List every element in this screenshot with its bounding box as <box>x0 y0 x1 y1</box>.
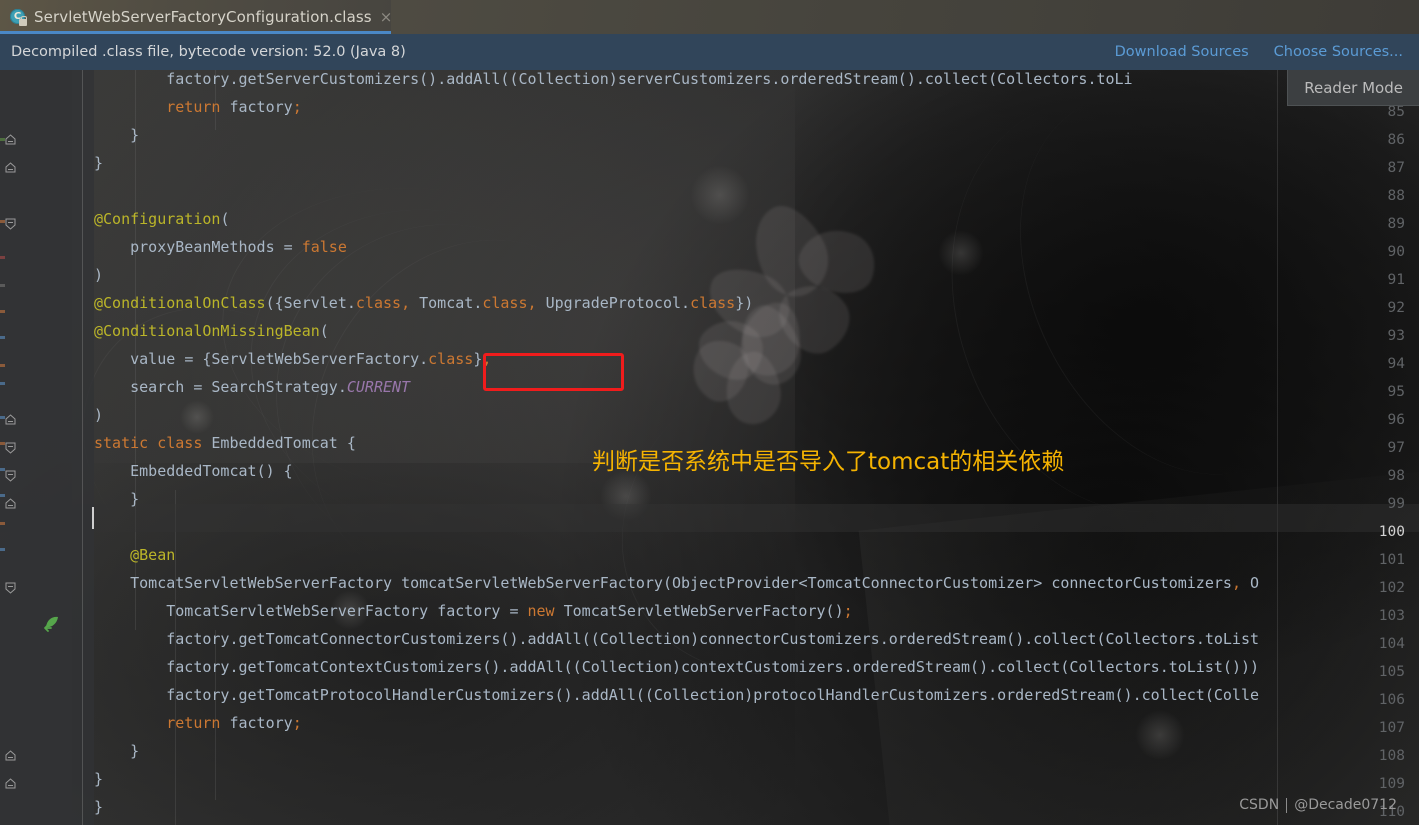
watermark-user: @Decade0712 <box>1294 797 1397 813</box>
ide-editor-window: C ServletWebServerFactoryConfiguration.c… <box>0 0 1419 825</box>
banner-message: Decompiled .class file, bytecode version… <box>11 44 406 60</box>
code-line-text: search = SearchStrategy.CURRENT <box>130 378 411 396</box>
editor-tab-bar: C ServletWebServerFactoryConfiguration.c… <box>0 0 1419 34</box>
code-line[interactable]: @ConditionalOnMissingBean( <box>0 322 1419 350</box>
code-line[interactable]: } <box>0 742 1419 770</box>
code-line[interactable]: } <box>0 490 1419 518</box>
code-line[interactable]: TomcatServletWebServerFactory tomcatServ… <box>0 574 1419 602</box>
code-line-text: } <box>130 126 140 144</box>
code-line[interactable]: return factory; <box>0 714 1419 742</box>
code-line[interactable]: ) <box>0 406 1419 434</box>
code-line[interactable] <box>0 518 1419 546</box>
code-line-text: @ConditionalOnClass({Servlet.class, Tomc… <box>94 294 754 312</box>
code-line-text: TomcatServletWebServerFactory tomcatServ… <box>130 574 1260 592</box>
text-caret <box>92 507 94 529</box>
code-line[interactable]: factory.getTomcatConnectorCustomizers().… <box>0 630 1419 658</box>
code-line-text: } <box>94 798 104 816</box>
code-line-text: static class EmbeddedTomcat { <box>94 434 356 452</box>
code-line-text: factory.getServerCustomizers().addAll((C… <box>166 70 1133 88</box>
code-line[interactable]: } <box>0 126 1419 154</box>
decompiled-notification-banner: Decompiled .class file, bytecode version… <box>0 34 1419 70</box>
choose-sources-link[interactable]: Choose Sources... <box>1274 44 1403 60</box>
code-line-text: } <box>94 154 104 172</box>
code-line-text: factory.getTomcatProtocolHandlerCustomiz… <box>166 686 1260 704</box>
watermark-brand: CSDN <box>1239 797 1280 813</box>
code-line[interactable]: search = SearchStrategy.CURRENT <box>0 378 1419 406</box>
code-line[interactable]: @Configuration( <box>0 210 1419 238</box>
code-line[interactable]: value = {ServletWebServerFactory.class}, <box>0 350 1419 378</box>
download-sources-link[interactable]: Download Sources <box>1115 44 1249 60</box>
code-line-text: ) <box>94 406 104 424</box>
code-line[interactable]: } <box>0 154 1419 182</box>
code-line[interactable]: proxyBeanMethods = false <box>0 238 1419 266</box>
code-line-text: TomcatServletWebServerFactory factory = … <box>166 602 853 620</box>
code-line-text: proxyBeanMethods = false <box>130 238 347 256</box>
java-class-readonly-icon: C <box>10 8 27 26</box>
code-line[interactable]: return factory; <box>0 98 1419 126</box>
code-line-text: } <box>130 490 140 508</box>
annotation-text: 判断是否系统中是否导入了tomcat的相关依赖 <box>592 449 1065 475</box>
close-icon[interactable]: × <box>380 9 393 25</box>
lock-icon <box>19 15 27 26</box>
reader-mode-label: Reader Mode <box>1304 78 1403 97</box>
csdn-watermark: CSDN @Decade0712 <box>1239 797 1397 813</box>
code-line[interactable]: @ConditionalOnClass({Servlet.class, Tomc… <box>0 294 1419 322</box>
code-line[interactable]: factory.getTomcatProtocolHandlerCustomiz… <box>0 686 1419 714</box>
code-line[interactable]: } <box>0 770 1419 798</box>
banner-links: Download Sources Choose Sources... <box>1115 44 1419 60</box>
code-line[interactable]: } <box>0 798 1419 825</box>
tab-title: ServletWebServerFactoryConfiguration.cla… <box>34 8 372 26</box>
code-line-text: return factory; <box>166 714 302 732</box>
watermark-separator <box>1286 797 1288 813</box>
code-line-text: } <box>130 742 140 760</box>
code-line[interactable]: factory.getTomcatContextCustomizers().ad… <box>0 658 1419 686</box>
code-line-text: factory.getTomcatContextCustomizers().ad… <box>166 658 1260 676</box>
code-line[interactable]: TomcatServletWebServerFactory factory = … <box>0 602 1419 630</box>
code-line[interactable]: factory.getServerCustomizers().addAll((C… <box>0 70 1419 98</box>
code-line-text: return factory; <box>166 98 302 116</box>
code-line-text: @ConditionalOnMissingBean( <box>94 322 329 340</box>
code-line-text: @Configuration( <box>94 210 230 228</box>
code-line-text: value = {ServletWebServerFactory.class}, <box>130 350 492 368</box>
code-line[interactable]: ) <box>0 266 1419 294</box>
code-line-text: ) <box>94 266 104 284</box>
code-line-text: factory.getTomcatConnectorCustomizers().… <box>166 630 1260 648</box>
code-editor-area[interactable]: 8485868788899091929394959697989910010110… <box>0 70 1419 825</box>
code-line[interactable]: @Bean <box>0 546 1419 574</box>
code-line-text: } <box>94 770 104 788</box>
editor-tab-servletwebserverfactoryconfiguration[interactable]: C ServletWebServerFactoryConfiguration.c… <box>0 0 393 34</box>
reader-mode-button[interactable]: Reader Mode <box>1287 70 1419 106</box>
code-line-text: @Bean <box>130 546 176 564</box>
code-line-text: EmbeddedTomcat() { <box>130 462 293 480</box>
code-line[interactable] <box>0 182 1419 210</box>
